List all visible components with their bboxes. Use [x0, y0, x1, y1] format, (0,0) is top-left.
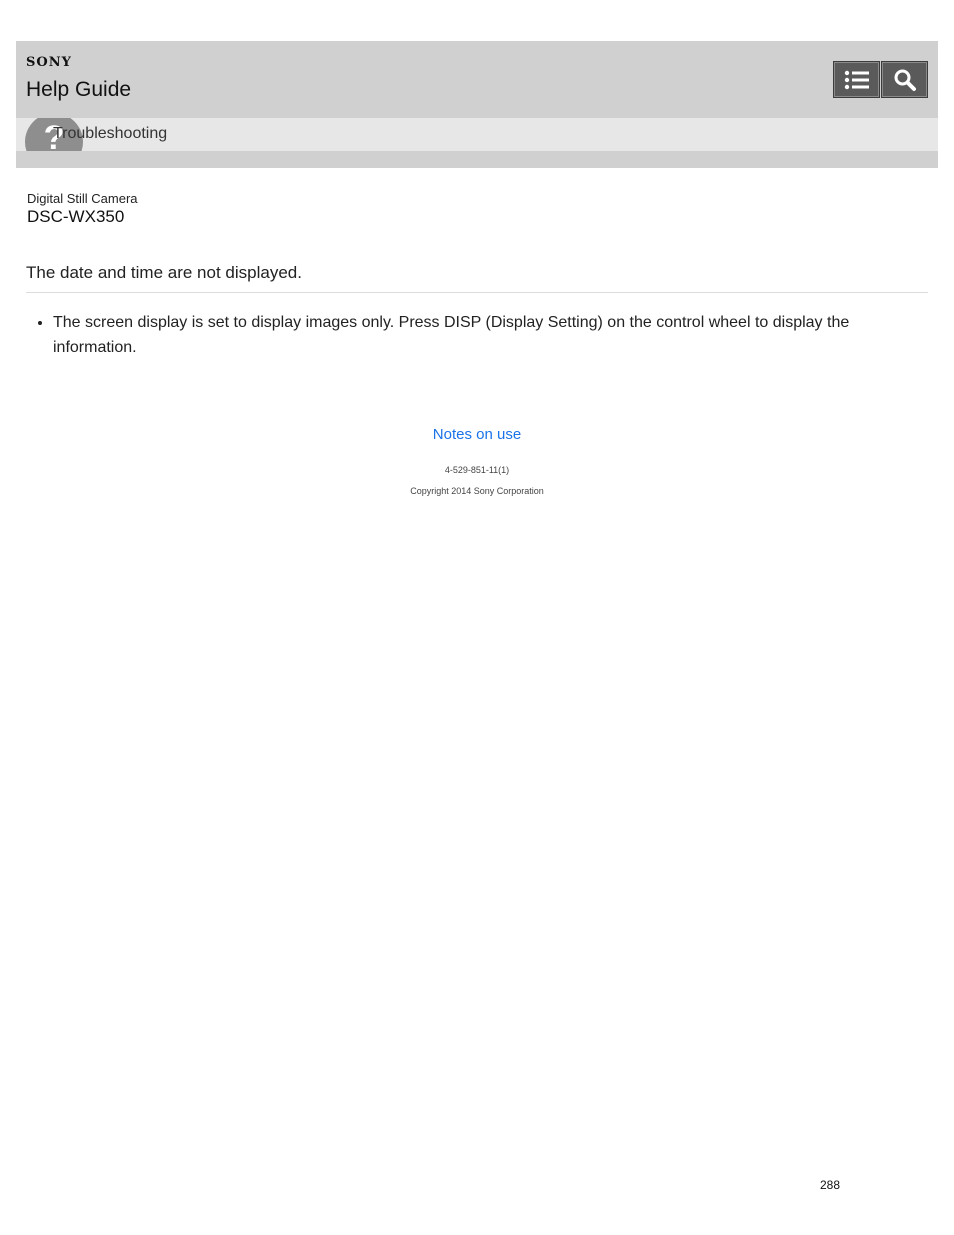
search-button[interactable] — [881, 61, 928, 98]
section-label[interactable]: Troubleshooting — [53, 125, 167, 143]
list-item: The screen display is set to display ima… — [53, 310, 906, 360]
product-type: Digital Still Camera — [27, 191, 138, 206]
table-of-contents-button[interactable] — [833, 61, 880, 98]
divider — [26, 292, 928, 293]
section-bar: ? Troubleshooting — [16, 118, 938, 151]
content-list: The screen display is set to display ima… — [26, 310, 906, 360]
page-number: 288 — [820, 1178, 841, 1192]
search-icon — [894, 69, 916, 91]
page-title: The date and time are not displayed. — [26, 263, 302, 282]
related-link-container: Notes on use — [0, 426, 954, 443]
notes-on-use-link[interactable]: Notes on use — [433, 426, 521, 443]
document-code: 4-529-851-11(1) — [444, 465, 510, 475]
brand-logo: SONY — [26, 55, 72, 70]
help-guide-title[interactable]: Help Guide — [26, 78, 131, 102]
header-bar: SONY Help Guide ? Troubleshooting — [16, 41, 938, 168]
product-model: DSC-WX350 — [27, 207, 125, 226]
list-icon — [844, 70, 869, 89]
copyright: Copyright 2014 Sony Corporation — [410, 486, 544, 496]
